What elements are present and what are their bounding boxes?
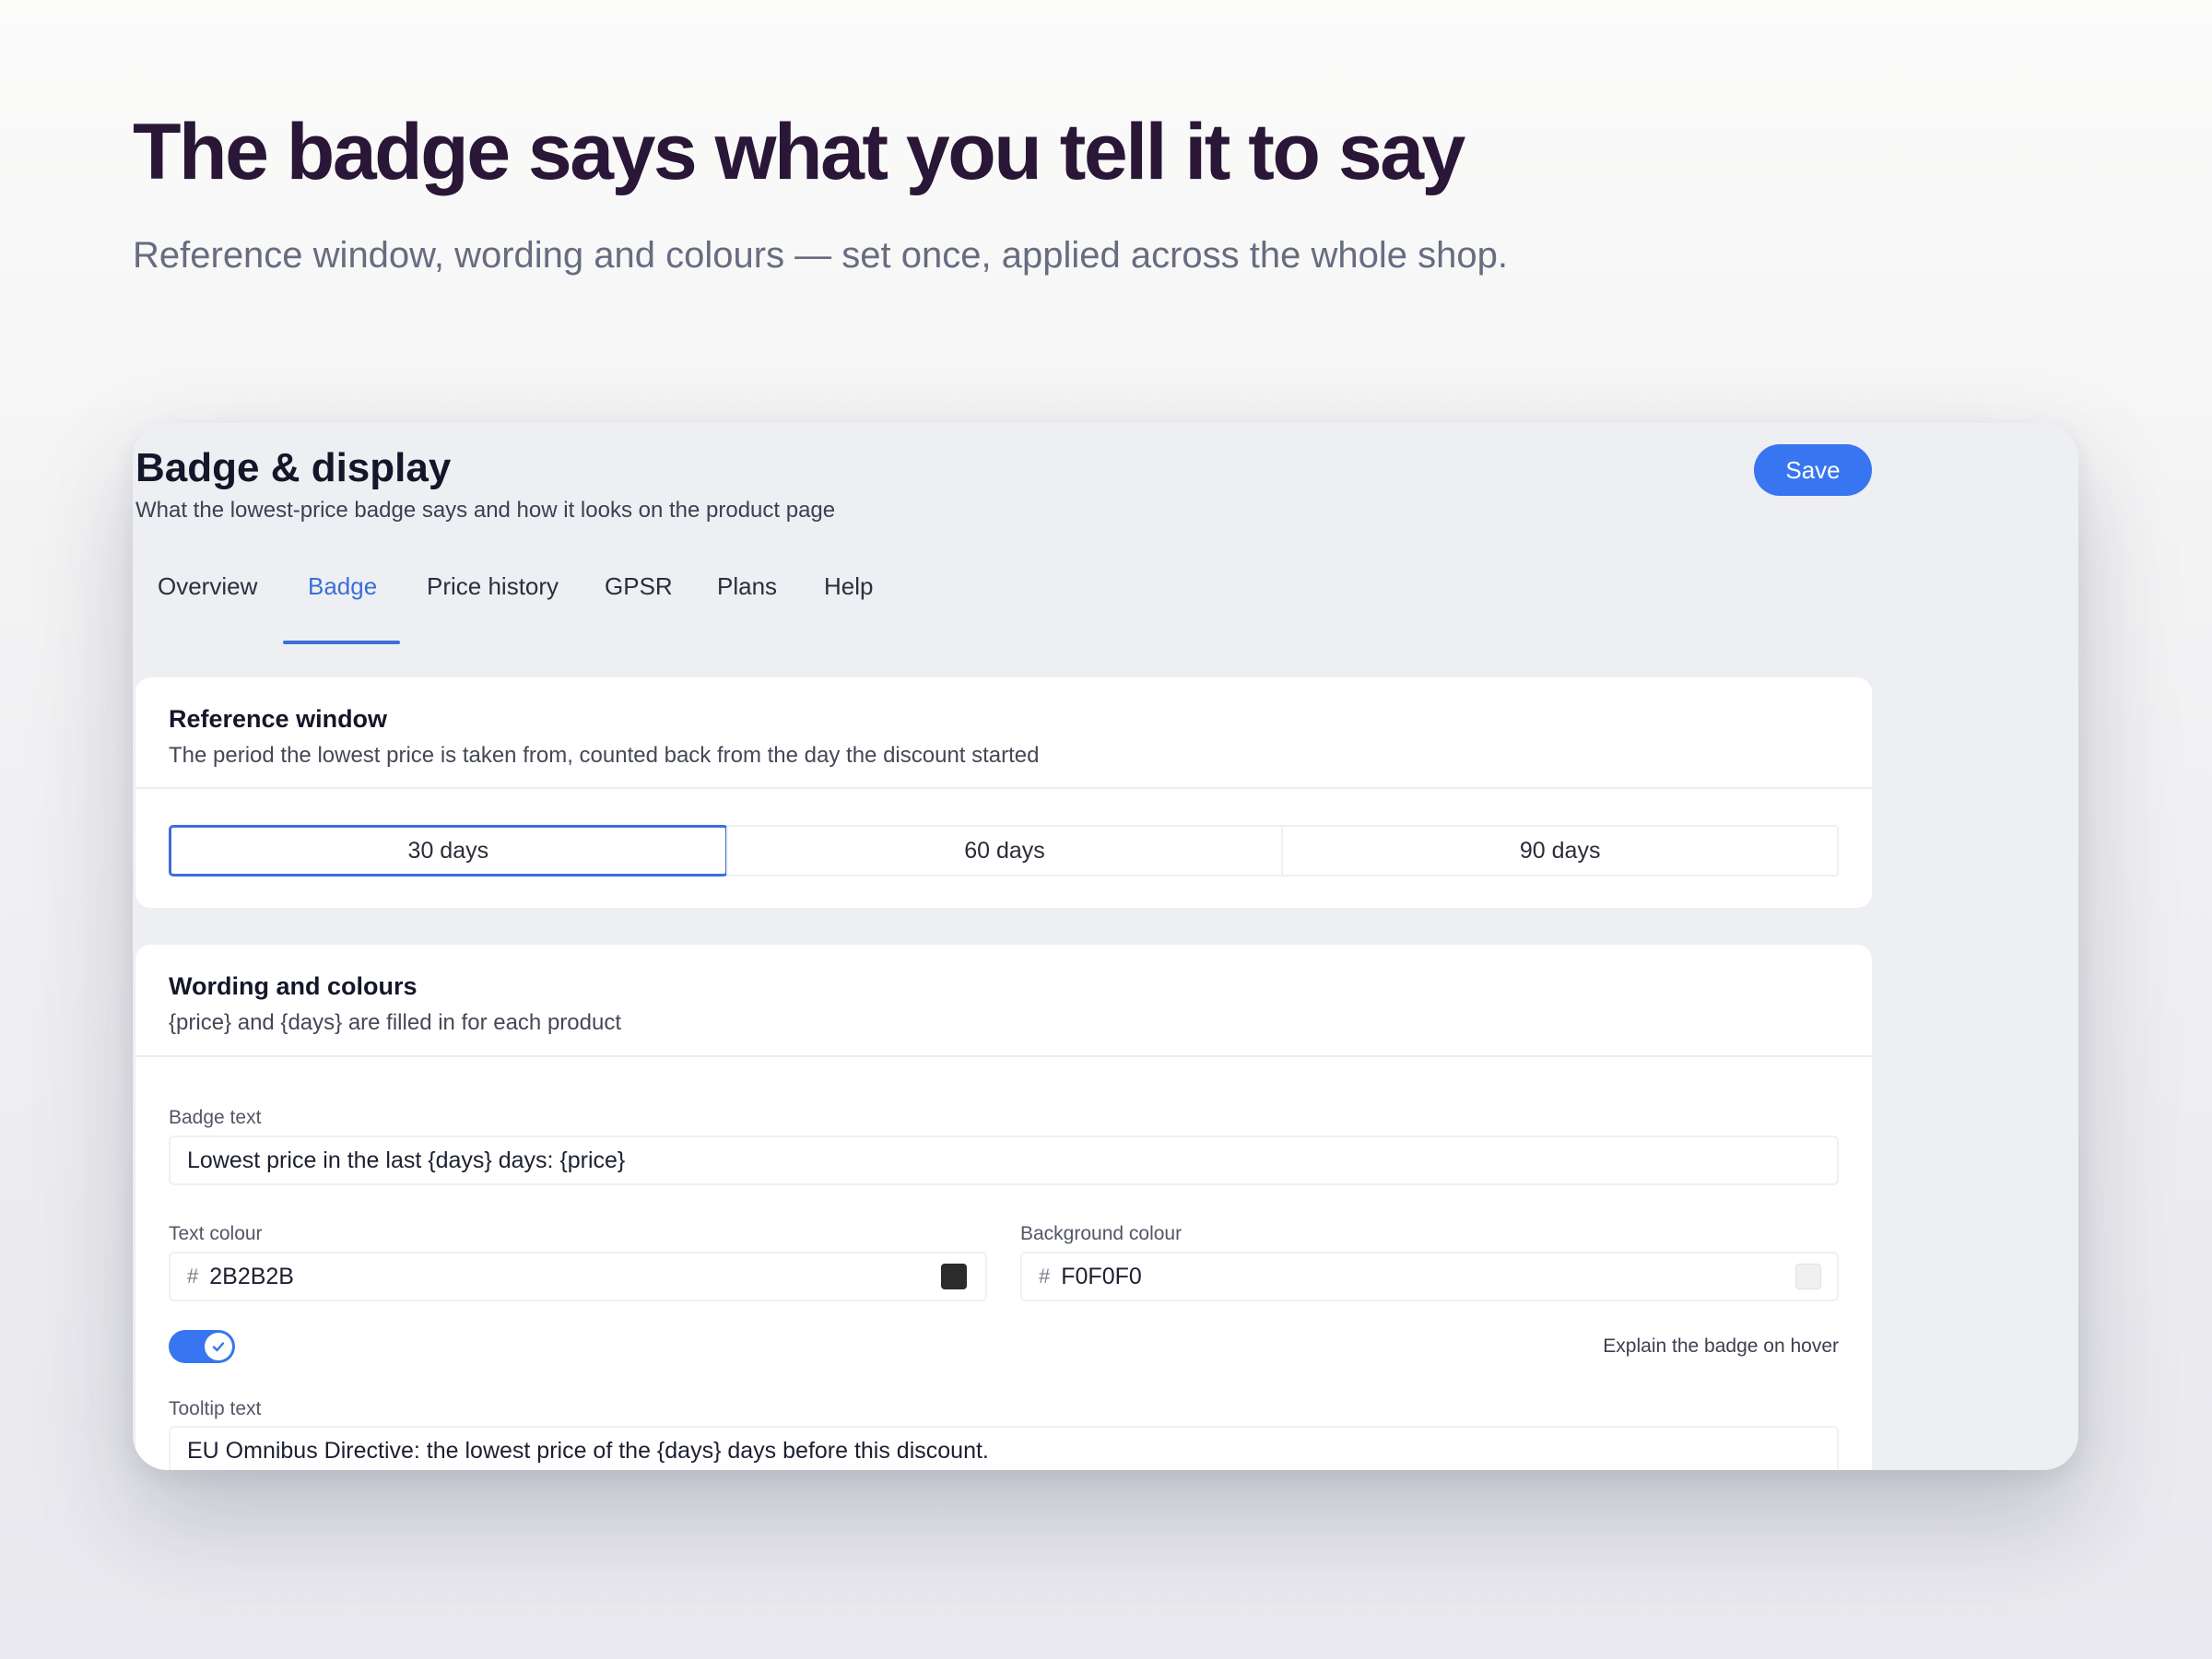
save-button[interactable]: Save [1754,444,1872,496]
explain-badge-toggle[interactable] [169,1330,235,1363]
option-90-days[interactable]: 90 days [1281,827,1837,875]
tooltip-text-input[interactable]: EU Omnibus Directive: the lowest price o… [169,1426,1839,1470]
page-title: Badge & display [135,445,452,490]
hero-title: The badge says what you tell it to say [133,108,1465,196]
wording-colours-card: Wording and colours {price} and {days} a… [135,945,1872,1470]
background-colour-input[interactable]: # F0F0F0 [1020,1252,1839,1301]
toggle-knob [205,1333,232,1360]
text-colour-label: Text colour [169,1223,263,1244]
app-screenshot: Badge & display What the lowest-price ba… [133,423,2078,1470]
background-colour-label: Background colour [1020,1223,1182,1244]
option-30-days[interactable]: 30 days [169,825,728,877]
tab-gpsr[interactable]: GPSR [605,572,673,601]
tab-help[interactable]: Help [824,572,873,601]
explain-badge-label: Explain the badge on hover [1603,1335,1839,1357]
tab-plans[interactable]: Plans [717,572,777,601]
card-divider [135,1055,1872,1057]
text-colour-swatch[interactable] [941,1264,967,1289]
reference-window-selector: 30 days 60 days 90 days [169,825,1839,877]
wording-description: {price} and {days} are filled in for eac… [169,1010,621,1035]
check-icon [212,1342,225,1352]
card-divider [135,787,1872,789]
badge-text-input[interactable]: Lowest price in the last {days} days: {p… [169,1135,1839,1185]
reference-window-card: Reference window The period the lowest p… [135,677,1872,908]
background-colour-value: F0F0F0 [1061,1263,1142,1289]
tab-badge[interactable]: Badge [308,572,377,601]
tooltip-text-label: Tooltip text [169,1398,262,1419]
reference-window-description: The period the lowest price is taken fro… [169,743,1040,768]
tab-overview[interactable]: Overview [158,572,257,601]
page-subtitle: What the lowest-price badge says and how… [135,498,836,523]
text-colour-value: 2B2B2B [209,1263,294,1289]
tab-price-history[interactable]: Price history [427,572,559,601]
background-colour-swatch[interactable] [1795,1264,1821,1289]
tab-bar: Overview Badge Price history GPSR Plans … [133,572,1239,609]
badge-text-label: Badge text [169,1107,262,1128]
reference-window-title: Reference window [169,705,388,733]
text-colour-input[interactable]: # 2B2B2B [169,1252,987,1301]
option-60-days[interactable]: 60 days [725,827,1282,875]
hero-subtitle: Reference window, wording and colours — … [133,235,1508,276]
active-tab-indicator [283,641,400,644]
hash-icon: # [187,1265,199,1288]
hash-icon: # [1039,1265,1051,1288]
wording-title: Wording and colours [169,972,418,1000]
